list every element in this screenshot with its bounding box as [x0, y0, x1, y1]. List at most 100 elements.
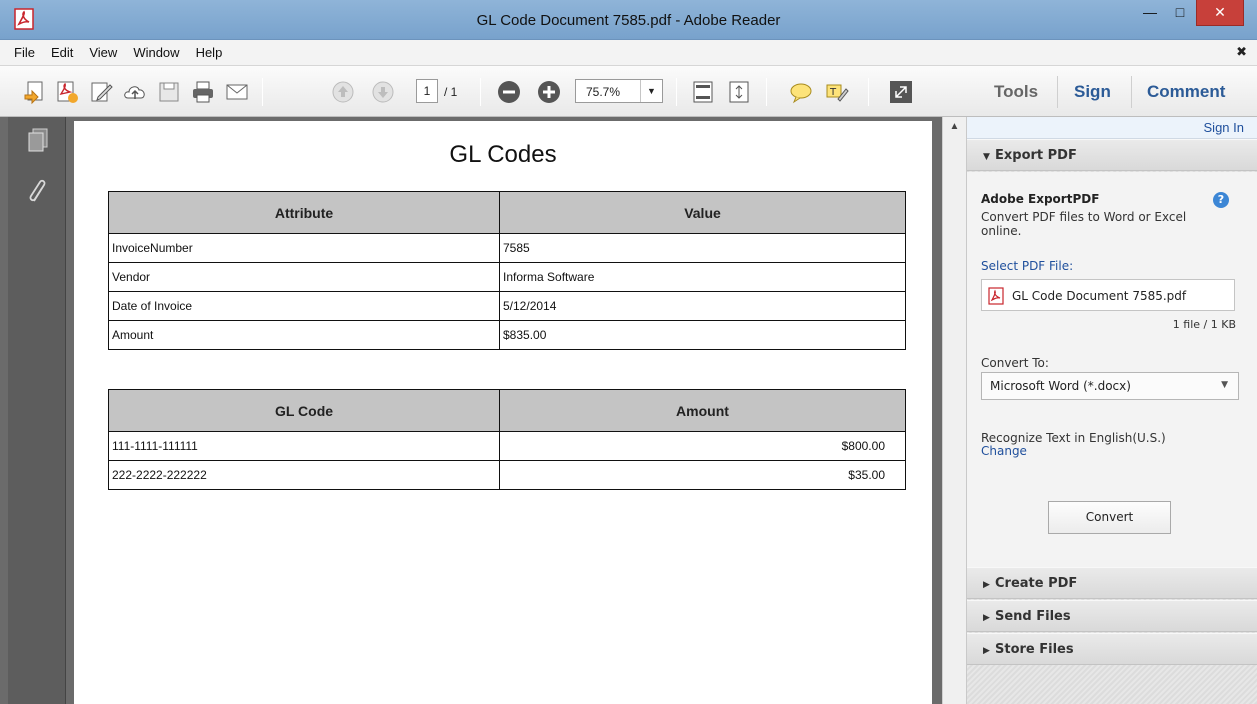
attributes-table: Attribute Value InvoiceNumber 7585 Vendo… — [108, 191, 906, 350]
convert-button[interactable]: Convert — [1048, 501, 1171, 534]
page-total-label: / 1 — [444, 85, 458, 99]
toolbar-separator — [766, 78, 767, 106]
edit-document-icon[interactable] — [88, 79, 114, 105]
table-cell: Vendor — [108, 262, 500, 292]
fit-page-icon[interactable] — [690, 79, 716, 105]
sign-in-link[interactable]: Sign In — [1204, 120, 1244, 135]
table-cell: $835.00 — [499, 320, 906, 350]
triangle-down-icon: ▼ — [983, 152, 990, 162]
print-icon[interactable] — [190, 79, 216, 105]
comment-tab[interactable]: Comment — [1147, 82, 1225, 102]
select-file-link[interactable]: Select PDF File: — [981, 259, 1073, 273]
highlight-text-icon[interactable]: T — [824, 79, 850, 105]
toolbar-separator — [676, 78, 677, 106]
table-cell: 111-1111-111111 — [108, 431, 500, 461]
vertical-scrollbar[interactable]: ▲ — [942, 117, 966, 704]
column-header: GL Code — [108, 389, 500, 432]
tools-tab[interactable]: Tools — [994, 82, 1038, 102]
column-header: Value — [499, 191, 906, 234]
close-button[interactable]: ✕ — [1196, 0, 1244, 26]
table-row: InvoiceNumber 7585 — [108, 233, 906, 263]
toolbar: 1 / 1 75.7% ▼ T Tools Sign Comment — [0, 66, 1257, 117]
document-viewer[interactable]: GL Codes Attribute Value InvoiceNumber 7… — [66, 117, 942, 704]
selected-file-box[interactable]: GL Code Document 7585.pdf — [981, 279, 1235, 311]
export-title: Adobe ExportPDF — [981, 192, 1100, 206]
triangle-right-icon: ▶ — [983, 580, 990, 590]
change-link[interactable]: Change — [981, 445, 1166, 458]
section-label: Create PDF — [995, 576, 1078, 591]
window-title: GL Code Document 7585.pdf - Adobe Reader — [476, 12, 781, 29]
table-row: 111-1111-111111 $800.00 — [108, 431, 906, 461]
toolbar-separator — [1131, 76, 1132, 108]
sign-in-bar: Sign In — [967, 117, 1257, 139]
menu-edit[interactable]: Edit — [43, 45, 81, 60]
export-pdf-section: Adobe ExportPDF ? Convert PDF files to W… — [967, 172, 1257, 573]
pdf-page: GL Codes Attribute Value InvoiceNumber 7… — [74, 121, 932, 704]
save-icon[interactable] — [156, 79, 182, 105]
cloud-upload-icon[interactable] — [122, 79, 148, 105]
triangle-right-icon: ▶ — [983, 613, 990, 623]
fit-width-icon[interactable] — [726, 79, 752, 105]
table-row: Date of Invoice 5/12/2014 — [108, 291, 906, 321]
table-cell: Informa Software — [499, 262, 906, 292]
help-icon[interactable]: ? — [1213, 192, 1229, 208]
scroll-up-arrow-icon[interactable]: ▲ — [943, 117, 966, 137]
table-cell: InvoiceNumber — [108, 233, 500, 263]
export-pdf-header[interactable]: ▼ Export PDF — [967, 139, 1257, 171]
store-files-header[interactable]: ▶ Store Files — [967, 633, 1257, 665]
toolbar-separator — [480, 78, 481, 106]
minimize-button[interactable]: — — [1136, 0, 1164, 26]
page-number-input[interactable]: 1 — [416, 79, 438, 103]
convert-to-value: Microsoft Word (*.docx) — [990, 379, 1131, 393]
triangle-right-icon: ▶ — [983, 646, 990, 656]
create-pdf-icon[interactable] — [54, 79, 80, 105]
pdf-file-icon — [988, 287, 1004, 305]
zoom-select[interactable]: 75.7% ▼ — [575, 79, 663, 103]
attachment-icon[interactable] — [26, 177, 50, 205]
zoom-value: 75.7% — [586, 85, 621, 99]
chevron-down-icon[interactable]: ▼ — [640, 80, 662, 102]
full-screen-icon[interactable] — [888, 79, 914, 105]
recognize-text-label: Recognize Text in English(U.S.) — [981, 431, 1166, 445]
toolbar-separator — [1057, 76, 1058, 108]
toolbar-separator — [262, 78, 263, 106]
sign-tab[interactable]: Sign — [1074, 82, 1111, 102]
email-icon[interactable] — [224, 79, 250, 105]
sticky-note-icon[interactable] — [788, 79, 814, 105]
menu-file[interactable]: File — [6, 45, 43, 60]
close-document-icon[interactable]: ✖ — [1236, 44, 1247, 60]
table-header-row: Attribute Value — [108, 191, 906, 234]
file-name: GL Code Document 7585.pdf — [1012, 289, 1187, 303]
table-row: Amount $835.00 — [108, 320, 906, 350]
pages-icon[interactable] — [26, 127, 50, 155]
menu-view[interactable]: View — [81, 45, 125, 60]
table-cell: 7585 — [499, 233, 906, 263]
open-file-icon[interactable] — [22, 79, 48, 105]
convert-to-select[interactable]: Microsoft Word (*.docx) ▼ — [981, 372, 1239, 400]
menu-window[interactable]: Window — [125, 45, 187, 60]
next-page-icon[interactable] — [370, 79, 396, 105]
table-cell: $800.00 — [499, 431, 906, 461]
maximize-button[interactable]: □ — [1166, 0, 1194, 26]
section-label: Send Files — [995, 609, 1071, 624]
export-description: Convert PDF files to Word or Excel onlin… — [981, 210, 1187, 238]
file-info: 1 file / 1 KB — [1172, 318, 1236, 331]
menu-bar: File Edit View Window Help ✖ — [0, 40, 1257, 66]
table-cell: Amount — [108, 320, 500, 350]
navigation-pane — [8, 117, 66, 704]
table-cell: Date of Invoice — [108, 291, 500, 321]
zoom-out-icon[interactable] — [496, 79, 522, 105]
zoom-in-icon[interactable] — [536, 79, 562, 105]
previous-page-icon[interactable] — [330, 79, 356, 105]
chevron-down-icon: ▼ — [1221, 380, 1228, 390]
title-bar: GL Code Document 7585.pdf - Adobe Reader… — [0, 0, 1257, 40]
column-header: Attribute — [108, 191, 500, 234]
table-header-row: GL Code Amount — [108, 389, 906, 432]
create-pdf-header[interactable]: ▶ Create PDF — [967, 567, 1257, 599]
document-title: GL Codes — [449, 141, 557, 168]
table-row: Vendor Informa Software — [108, 262, 906, 292]
table-cell: $35.00 — [499, 460, 906, 490]
column-header: Amount — [499, 389, 906, 432]
menu-help[interactable]: Help — [188, 45, 231, 60]
send-files-header[interactable]: ▶ Send Files — [967, 600, 1257, 632]
